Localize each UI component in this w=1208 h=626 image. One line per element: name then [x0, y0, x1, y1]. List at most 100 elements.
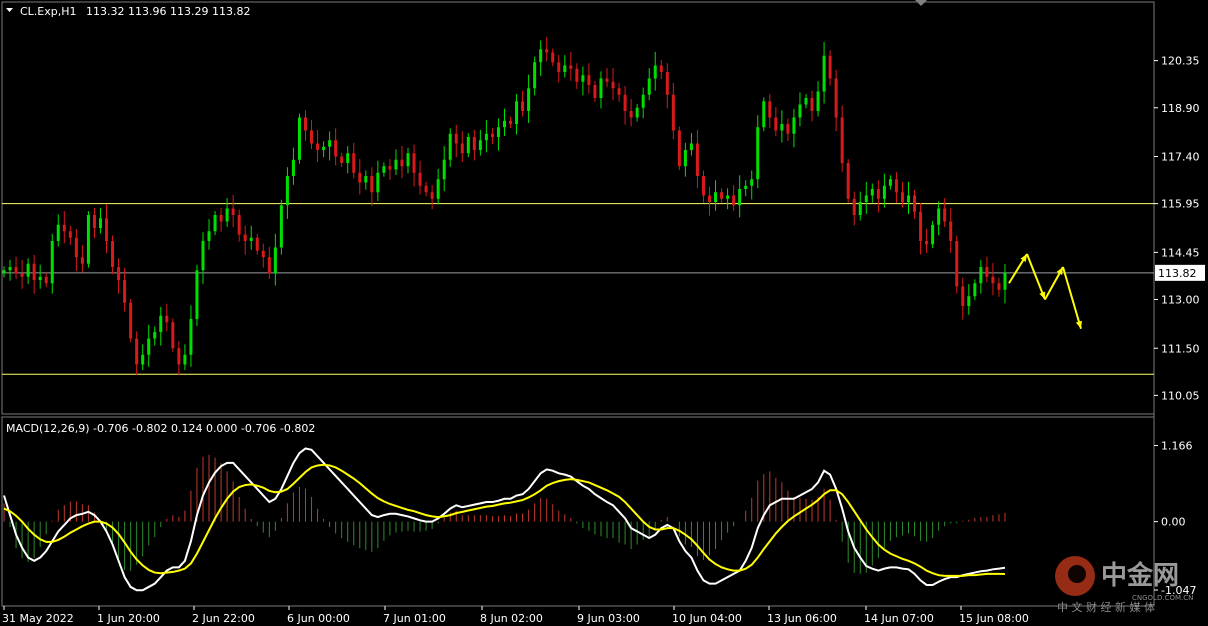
- current-price-label: 113.82: [1158, 267, 1197, 280]
- candle-body: [900, 192, 904, 202]
- candle-body: [882, 185, 886, 199]
- macd-tick-label: -1.047: [1161, 584, 1196, 597]
- candle-body: [834, 78, 838, 118]
- candle-body: [689, 143, 693, 150]
- candle-body: [671, 94, 675, 131]
- candle-body: [864, 195, 868, 202]
- chart-ohlc: 113.32 113.96 113.29 113.82: [86, 5, 250, 18]
- candle-body: [647, 78, 651, 95]
- candle-body: [442, 159, 446, 180]
- candle-body: [141, 354, 145, 365]
- price-axis: 110.05 111.50 113.00 114.45 115.95 117.40 118.…: [1154, 55, 1200, 402]
- candle-body: [394, 159, 398, 170]
- candle-body: [80, 257, 84, 264]
- candle-body: [38, 276, 42, 280]
- price-tick-label: 115.95: [1161, 198, 1200, 211]
- candle-body: [74, 237, 78, 258]
- candle-body: [937, 208, 941, 225]
- time-tick-label: 31 May 2022: [2, 612, 74, 625]
- candle-body: [810, 98, 814, 111]
- candle-body: [575, 68, 579, 82]
- candle-body: [840, 117, 844, 163]
- time-tick-label: 6 Jun 00:00: [287, 612, 350, 625]
- candle-body: [304, 117, 307, 131]
- candle-body: [201, 241, 205, 271]
- candle-body: [502, 120, 506, 128]
- price-tick-label: 120.35: [1161, 55, 1200, 68]
- candle-body: [822, 55, 826, 92]
- candle-body: [478, 140, 482, 150]
- candle-body: [117, 267, 121, 280]
- candle-body: [484, 133, 488, 141]
- candle-body: [985, 267, 989, 277]
- candle-body: [665, 72, 669, 95]
- candles: [2, 37, 1007, 375]
- candle-body: [153, 332, 157, 339]
- candle-body: [876, 189, 880, 199]
- candle-body: [750, 179, 754, 186]
- candle-body: [364, 176, 368, 183]
- candle-body: [816, 91, 820, 111]
- candle-body: [129, 302, 133, 339]
- candle-body: [261, 250, 265, 258]
- candle-body: [961, 286, 965, 306]
- chart-canvas: 中金网 中 文 财 经 新 媒 体 CNGOLD.COM.CN 110.0511…: [1, 0, 1205, 625]
- candle-body: [888, 179, 892, 186]
- candle-body: [195, 270, 199, 319]
- candle-body: [267, 257, 271, 274]
- candle-body: [159, 315, 163, 332]
- candle-body: [26, 263, 30, 277]
- macd-tick-label: 0.00: [1161, 516, 1186, 529]
- price-tick-label: 111.50: [1161, 342, 1200, 355]
- candle-body: [44, 276, 48, 284]
- candle-body: [370, 176, 374, 193]
- candle-body: [593, 85, 597, 98]
- candle-body: [297, 117, 301, 160]
- candle-body: [714, 192, 718, 202]
- candle-body: [454, 133, 458, 144]
- candle-body: [804, 98, 808, 105]
- candle-body: [720, 192, 724, 199]
- candle-body: [171, 322, 175, 349]
- menu-triangle-icon[interactable]: [6, 8, 13, 12]
- candle-body: [346, 153, 350, 163]
- projection-arrowhead: [1039, 291, 1046, 300]
- candle-body: [334, 140, 338, 157]
- candle-body: [430, 192, 434, 199]
- candle-body: [56, 224, 60, 241]
- candle-body: [14, 267, 18, 274]
- candle-body: [925, 241, 929, 245]
- candle-body: [515, 101, 519, 124]
- candle-body: [629, 111, 633, 118]
- candle-body: [291, 159, 295, 176]
- candle-body: [708, 195, 712, 202]
- candle-body: [913, 195, 917, 212]
- candle-body: [165, 315, 169, 323]
- chart-symbol: CL.Exp,H1: [20, 5, 77, 18]
- projection-segment: [1062, 266, 1082, 330]
- candle-body: [460, 143, 464, 154]
- price-tick-label: 113.00: [1161, 294, 1200, 307]
- candle-body: [388, 166, 392, 170]
- price-tick-label: 118.90: [1161, 102, 1200, 115]
- time-tick-label: 7 Jun 01:00: [383, 612, 446, 625]
- candle-body: [617, 88, 621, 95]
- candle-body: [611, 81, 615, 89]
- candle-body: [677, 130, 681, 167]
- candle-body: [949, 221, 953, 241]
- candle-body: [551, 52, 555, 63]
- candle-body: [490, 133, 494, 137]
- candle-body: [225, 208, 229, 222]
- candle-body: [907, 195, 910, 202]
- candle-body: [147, 338, 151, 355]
- candle-body: [768, 101, 772, 118]
- scroll-marker-icon[interactable]: [915, 0, 927, 6]
- candle-body: [997, 283, 1001, 290]
- candle-body: [231, 208, 235, 215]
- candle-body: [527, 88, 531, 111]
- candle-body: [243, 234, 247, 241]
- logo-swirl-inner: [1068, 565, 1086, 583]
- candle-body: [352, 153, 356, 173]
- candle-body: [436, 179, 440, 199]
- candle-body: [183, 354, 187, 365]
